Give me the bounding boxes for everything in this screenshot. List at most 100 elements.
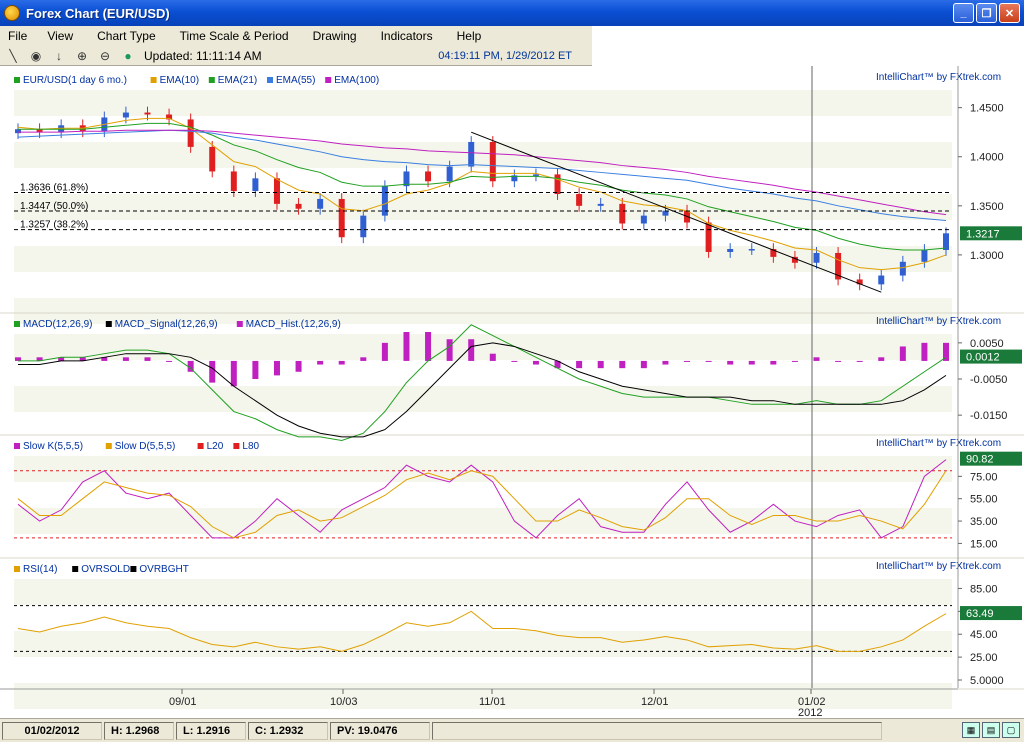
- legend-stoch-2: L20: [207, 441, 224, 452]
- split-icon[interactable]: ▤: [982, 722, 1000, 738]
- panel-band: [14, 456, 952, 482]
- menu-indicators[interactable]: Indicators: [369, 29, 445, 43]
- macd-hist-bar: [791, 360, 798, 362]
- candle-body: [899, 261, 906, 276]
- macd-hist-bar: [835, 360, 842, 362]
- price-last-value: 1.3217: [966, 228, 1000, 240]
- status-high: H: 1.2968: [104, 721, 174, 740]
- candle-body: [425, 171, 432, 182]
- panel-band: [14, 334, 952, 360]
- macd-hist-bar: [899, 346, 906, 361]
- legend-rsi-1: OVRSOLD: [81, 564, 130, 575]
- app-icon: [4, 5, 20, 21]
- minimize-button[interactable]: _: [953, 3, 974, 23]
- legend-swatch: [208, 77, 215, 83]
- x-axis-label: 09/01: [169, 696, 197, 708]
- candle-body: [705, 222, 712, 252]
- x-axis-label: 12/01: [641, 696, 669, 708]
- legend-swatch: [130, 566, 137, 572]
- candle-body: [273, 178, 280, 204]
- macd-hist-bar: [360, 357, 367, 361]
- axis-label: -0.0050: [970, 374, 1007, 386]
- candle-body: [943, 233, 949, 250]
- legend-macd-2: MACD_Hist.(12,26,9): [246, 319, 341, 330]
- close-button[interactable]: ✕: [999, 3, 1020, 23]
- toolbar-blank: [592, 26, 1024, 66]
- draw-line-icon[interactable]: ╲: [3, 47, 23, 65]
- menu-bar: File View Chart Type Time Scale & Period…: [0, 26, 592, 46]
- window-title: Forex Chart (EUR/USD): [26, 5, 170, 21]
- rsi-last-value: 63.49: [966, 608, 994, 620]
- legend-swatch: [267, 77, 273, 83]
- macd-hist-bar: [878, 357, 885, 361]
- macd-hist-bar: [425, 332, 432, 361]
- macd-hist-bar: [662, 360, 669, 365]
- legend-swatch: [14, 566, 20, 572]
- axis-label: 55.00: [970, 494, 998, 506]
- candle-body: [532, 174, 539, 176]
- legend-rsi-2: OVRBGHT: [139, 564, 188, 575]
- legend-macd-0: MACD(12,26,9): [23, 319, 92, 330]
- candle-body: [489, 142, 496, 182]
- legend-swatch: [14, 443, 20, 449]
- macd-hist-bar: [856, 360, 863, 362]
- legend-swatch: [14, 321, 20, 327]
- panel-band: [14, 142, 952, 168]
- macd-hist-bar: [770, 360, 777, 365]
- status-icons: ▦ ▤ ▢: [962, 722, 1020, 738]
- legend-stoch-1: Slow D(5,5,5): [115, 441, 176, 452]
- x-axis-label: 10/03: [330, 696, 358, 708]
- menu-help[interactable]: Help: [445, 29, 494, 43]
- macd-last-value: 0.0012: [966, 352, 1000, 364]
- macd-hist-bar: [489, 353, 496, 361]
- arrow-down-icon[interactable]: ↓: [49, 47, 69, 65]
- macd-hist-bar: [166, 360, 173, 362]
- candle-body: [619, 203, 626, 224]
- legend-swatch: [105, 443, 112, 449]
- axis-label: 1.4500: [970, 103, 1004, 115]
- refresh-icon[interactable]: ●: [118, 47, 138, 65]
- brand-credit: IntelliChart™ by FXtrek.com: [876, 438, 1001, 449]
- axis-label: 1.4000: [970, 152, 1004, 164]
- zoom-in-icon[interactable]: ⊕: [72, 47, 92, 65]
- macd-hist-bar: [511, 360, 518, 362]
- candle-body: [317, 198, 324, 209]
- macd-hist-bar: [921, 342, 928, 361]
- maximize-button[interactable]: ❐: [976, 3, 997, 23]
- candle-body: [295, 203, 302, 209]
- axis-label: 45.00: [970, 629, 998, 641]
- candle-body: [468, 142, 475, 167]
- menu-chart-type[interactable]: Chart Type: [85, 29, 167, 43]
- status-pv: PV: 19.0476: [330, 721, 430, 740]
- macd-hist-bar: [748, 360, 755, 365]
- candle-body: [727, 249, 734, 252]
- layout-icon[interactable]: ▦: [962, 722, 980, 738]
- legend-price-3: EMA(55): [276, 75, 315, 86]
- candle-body: [813, 252, 820, 263]
- macd-hist-bar: [597, 360, 604, 369]
- legend-swatch: [233, 443, 240, 449]
- menu-view[interactable]: View: [35, 29, 85, 43]
- window-icon[interactable]: ▢: [1002, 722, 1020, 738]
- panel-band: [14, 579, 952, 605]
- zoom-out-icon[interactable]: ⊖: [95, 47, 115, 65]
- menu-drawing[interactable]: Drawing: [301, 29, 369, 43]
- candle-body: [921, 250, 928, 262]
- status-bar: 01/02/2012 H: 1.2968 L: 1.2916 C: 1.2932…: [0, 718, 1024, 742]
- menu-file[interactable]: File: [0, 29, 35, 43]
- forex-chart[interactable]: IntelliChart™ by FXtrek.com IntelliChart™…: [0, 66, 1024, 719]
- title-bar: Forex Chart (EUR/USD) _ ❐ ✕: [0, 0, 1024, 26]
- candle-body: [360, 215, 367, 238]
- crosshair-icon[interactable]: ◉: [26, 47, 46, 65]
- fib-label: 1.3257 (38.2%): [20, 220, 88, 231]
- axis-label: 35.00: [970, 516, 998, 528]
- legend-swatch: [14, 77, 20, 83]
- panel-band: [14, 631, 952, 657]
- legend-macd-1: MACD_Signal(12,26,9): [115, 319, 218, 330]
- macd-hist-bar: [640, 360, 647, 369]
- legend-swatch: [72, 566, 79, 572]
- menu-time-scale[interactable]: Time Scale & Period: [168, 29, 301, 43]
- macd-hist-bar: [144, 357, 151, 361]
- axis-label: 5.0000: [970, 675, 1004, 687]
- chart-area[interactable]: IntelliChart™ by FXtrek.com IntelliChart™…: [0, 66, 1024, 719]
